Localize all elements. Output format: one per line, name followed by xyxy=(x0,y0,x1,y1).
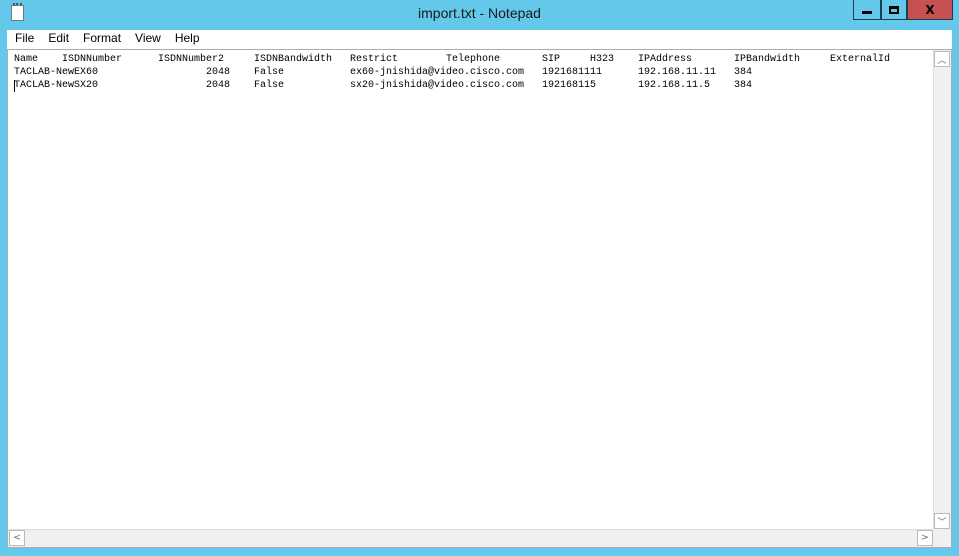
column-header: Restrict xyxy=(350,54,399,65)
text-editor[interactable]: Name ISDNNumber ISDNNumber2 ISDNBandwidth Re… xyxy=(7,49,952,548)
maximize-icon xyxy=(889,5,899,14)
vertical-scrollbar[interactable]: ︿ ﹀ xyxy=(933,50,951,530)
column-header: Name xyxy=(14,54,39,65)
cell: TACLAB-NewEX60 xyxy=(14,67,99,78)
cell: 1921681111 xyxy=(542,67,603,78)
cell: TACLAB-NewSX20 xyxy=(14,80,99,91)
horizontal-scrollbar[interactable]: < > xyxy=(8,529,934,547)
minimize-icon xyxy=(862,11,872,14)
cell: 192168115 xyxy=(542,80,597,91)
cell: sx20-jnishida@video.cisco.com xyxy=(350,80,525,91)
menu-view[interactable]: View xyxy=(128,30,168,48)
column-header: ISDNNumber2 xyxy=(158,54,225,65)
cell: 2048 xyxy=(206,67,231,78)
menu-bar: File Edit Format View Help xyxy=(7,30,952,48)
menu-format[interactable]: Format xyxy=(76,30,128,48)
close-button[interactable]: X xyxy=(907,0,953,20)
title-bar: import.txt - Notepad X xyxy=(0,0,959,30)
cell: 192.168.11.11 xyxy=(638,67,717,78)
notepad-window: File Edit Format View Help Name ISDNNumbe… xyxy=(7,30,952,548)
cell: 2048 xyxy=(206,80,231,91)
cell: 384 xyxy=(734,80,753,91)
menu-file[interactable]: File xyxy=(8,30,41,48)
cell: False xyxy=(254,80,285,91)
menu-edit[interactable]: Edit xyxy=(41,30,76,48)
cell: ex60-jnishida@video.cisco.com xyxy=(350,67,525,78)
maximize-button[interactable] xyxy=(881,0,907,20)
column-header: H323 xyxy=(590,54,615,65)
scroll-up-icon[interactable]: ︿ xyxy=(934,51,950,67)
column-header: IPAddress xyxy=(638,54,693,65)
cell: False xyxy=(254,67,285,78)
text-caret xyxy=(14,80,15,92)
column-header: IPBandwidth xyxy=(734,54,801,65)
column-header: ISDNBandwidth xyxy=(254,54,333,65)
column-header: Telephone xyxy=(446,54,501,65)
cell: 192.168.11.5 xyxy=(638,80,711,91)
column-header: ISDNNumber xyxy=(62,54,123,65)
cell: 384 xyxy=(734,67,753,78)
column-header: SIP xyxy=(542,54,561,65)
column-header: ExternalId xyxy=(830,54,891,65)
window-title: import.txt - Notepad xyxy=(418,5,541,21)
scroll-left-icon[interactable]: < xyxy=(9,530,25,546)
minimize-button[interactable] xyxy=(853,0,881,20)
scroll-right-icon[interactable]: > xyxy=(917,530,933,546)
menu-help[interactable]: Help xyxy=(168,30,207,48)
scroll-corner xyxy=(933,529,951,547)
scroll-down-icon[interactable]: ﹀ xyxy=(934,513,950,529)
